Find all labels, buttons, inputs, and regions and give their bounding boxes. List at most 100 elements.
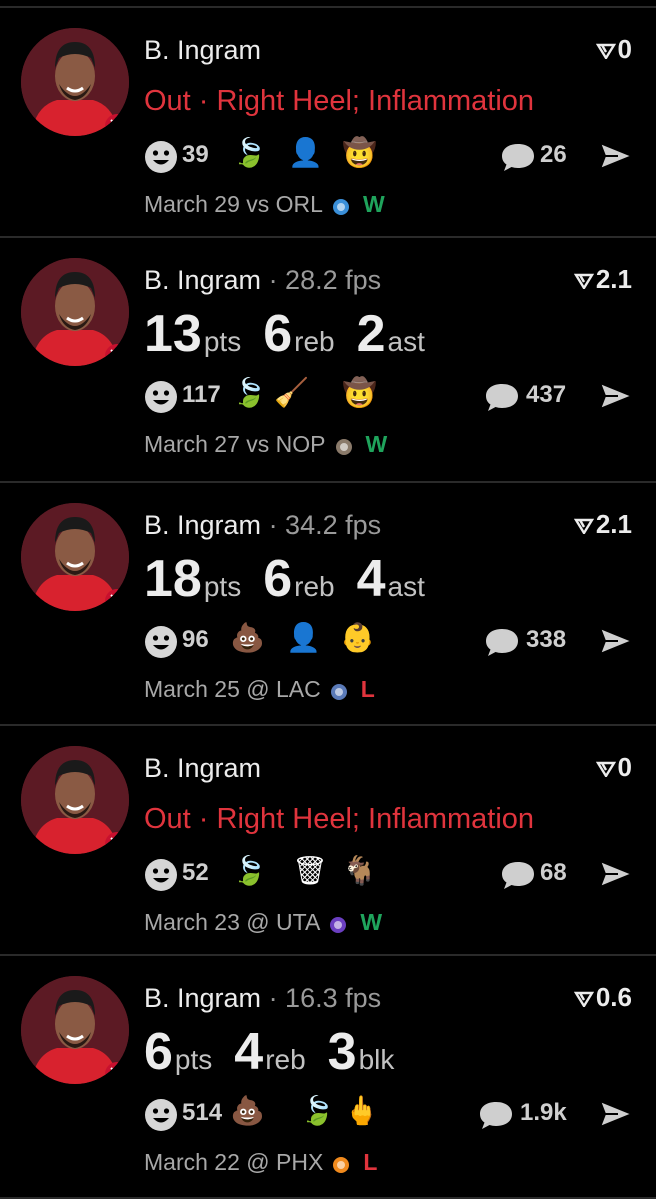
team-logo-icon <box>326 914 350 934</box>
score-value: 2.1 <box>595 264 632 294</box>
player-name[interactable]: B. Ingram <box>144 510 261 540</box>
stat-unit: pts <box>203 326 242 357</box>
injury-status: Out · Right Heel; Inflammation <box>144 803 535 835</box>
stat-value: 4 <box>234 1023 264 1081</box>
comment-icon[interactable] <box>478 1099 514 1136</box>
player-avatar[interactable] <box>21 746 129 854</box>
score-value: 0.6 <box>595 982 632 1012</box>
fantasy-points: · 28.2 fps <box>268 265 382 295</box>
score-icon <box>573 509 596 539</box>
stat: 4reb <box>234 1022 305 1082</box>
player-name[interactable]: B. Ingram <box>144 35 261 65</box>
player-name[interactable]: B. Ingram <box>144 265 261 295</box>
stat-unit: ast <box>387 326 425 357</box>
feed-card[interactable]: B. Ingram 0 Out · Right Heel; Inflammatio… <box>0 8 656 238</box>
game-date: March 25 <box>144 676 240 702</box>
game-location: @ <box>246 909 270 935</box>
score: 2.1 <box>573 509 632 540</box>
share-icon[interactable] <box>598 625 635 662</box>
share-icon[interactable] <box>598 140 635 177</box>
smile-reaction-icon[interactable] <box>144 625 178 664</box>
comment-icon[interactable] <box>500 859 536 896</box>
reaction-emoji[interactable]: 💩 <box>230 1094 265 1128</box>
share-icon[interactable] <box>598 1098 635 1135</box>
team-logo-icon <box>332 436 356 456</box>
player-photo <box>21 28 129 136</box>
game-location: @ <box>246 676 270 702</box>
smile-reaction-icon[interactable] <box>144 858 178 897</box>
comment-count: 338 <box>526 626 567 653</box>
reaction-emoji[interactable]: 🍃 <box>300 1094 335 1128</box>
comment-count: 26 <box>540 141 567 168</box>
player-photo <box>21 746 129 854</box>
reaction-emoji[interactable]: 🧹 <box>274 376 309 410</box>
reaction-bar: 514 💩 🍃 🖕 1.9k <box>144 1094 635 1137</box>
player-avatar[interactable] <box>21 28 129 136</box>
stat-unit: reb <box>294 326 335 357</box>
game-result: W <box>365 431 388 457</box>
game-info[interactable]: March 23 @ UTA W <box>144 909 382 936</box>
reaction-emoji[interactable]: 🖕 <box>344 1094 379 1128</box>
game-info[interactable]: March 22 @ PHX L <box>144 1149 377 1176</box>
game-result: W <box>362 191 385 217</box>
player-avatar[interactable] <box>21 503 129 611</box>
smile-reaction-icon[interactable] <box>144 380 178 419</box>
stat-unit: ast <box>387 571 425 602</box>
reaction-count: 52 <box>182 859 209 886</box>
score-value: 2.1 <box>595 509 632 539</box>
feed-card[interactable]: B. Ingram · 34.2 fps 2.1 18pts 6reb 4ast 96 💩 👤… <box>0 483 656 726</box>
feed-card[interactable]: B. Ingram 0 Out · Right Heel; Inflammatio… <box>0 726 656 956</box>
reaction-emoji[interactable]: 🍃 <box>232 376 267 410</box>
score-value: 0 <box>617 752 632 782</box>
reaction-count: 96 <box>182 626 209 653</box>
reaction-emoji[interactable]: 💩 <box>230 621 265 655</box>
player-name-line: B. Ingram <box>144 753 261 784</box>
player-avatar[interactable] <box>21 258 129 366</box>
reaction-emoji[interactable]: 🤠 <box>342 376 377 410</box>
comment-icon[interactable] <box>484 381 520 418</box>
stat: 6reb <box>263 549 334 609</box>
smile-reaction-icon[interactable] <box>144 140 178 179</box>
game-info[interactable]: March 27 vs NOP W <box>144 431 387 458</box>
smile-reaction-icon[interactable] <box>144 1098 178 1137</box>
reaction-emoji[interactable]: 👤 <box>288 136 323 170</box>
stat-unit: blk <box>358 1044 395 1075</box>
player-name[interactable]: B. Ingram <box>144 983 261 1013</box>
team-logo-icon <box>329 1154 353 1174</box>
injury-status: Out · Right Heel; Inflammation <box>144 85 535 117</box>
game-info[interactable]: March 25 @ LAC L <box>144 676 375 703</box>
reaction-emoji[interactable]: 🍃 <box>232 136 267 170</box>
opponent: NOP <box>275 431 326 457</box>
stat-value: 6 <box>263 305 293 363</box>
comment-icon[interactable] <box>484 626 520 663</box>
reaction-emoji[interactable]: 👶 <box>340 621 375 655</box>
score-icon <box>595 34 618 64</box>
reaction-emoji[interactable]: 🐐 <box>342 854 377 888</box>
score-value: 0 <box>617 34 632 64</box>
reaction-emoji[interactable]: 👤 <box>286 621 321 655</box>
stat: 6pts <box>144 1022 212 1082</box>
reaction-count: 117 <box>182 381 221 408</box>
game-result: W <box>360 909 383 935</box>
fantasy-points: · 34.2 fps <box>268 510 382 540</box>
player-name-line: B. Ingram · 16.3 fps <box>144 983 381 1014</box>
share-icon[interactable] <box>598 858 635 895</box>
comment-count: 68 <box>540 859 567 886</box>
game-location: vs <box>246 191 270 217</box>
opponent: PHX <box>276 1149 324 1175</box>
reaction-emoji[interactable]: 🤠 <box>342 136 377 170</box>
stat-value: 3 <box>327 1023 357 1081</box>
reaction-count: 514 <box>182 1099 223 1126</box>
player-photo <box>21 258 129 366</box>
reaction-emoji[interactable]: 🗑 <box>292 854 328 888</box>
feed-card[interactable]: B. Ingram · 28.2 fps 2.1 13pts 6reb 2ast 117 🍃… <box>0 238 656 483</box>
stat-unit: reb <box>294 571 335 602</box>
comment-icon[interactable] <box>500 141 536 178</box>
game-info[interactable]: March 29 vs ORL W <box>144 191 385 218</box>
player-name[interactable]: B. Ingram <box>144 753 261 783</box>
share-icon[interactable] <box>598 380 635 417</box>
reaction-emoji[interactable]: 🍃 <box>232 854 267 888</box>
feed-card[interactable]: B. Ingram · 16.3 fps 0.6 6pts 4reb 3blk 514 💩 🍃… <box>0 956 656 1199</box>
score-icon <box>573 264 596 294</box>
player-avatar[interactable] <box>21 976 129 1084</box>
